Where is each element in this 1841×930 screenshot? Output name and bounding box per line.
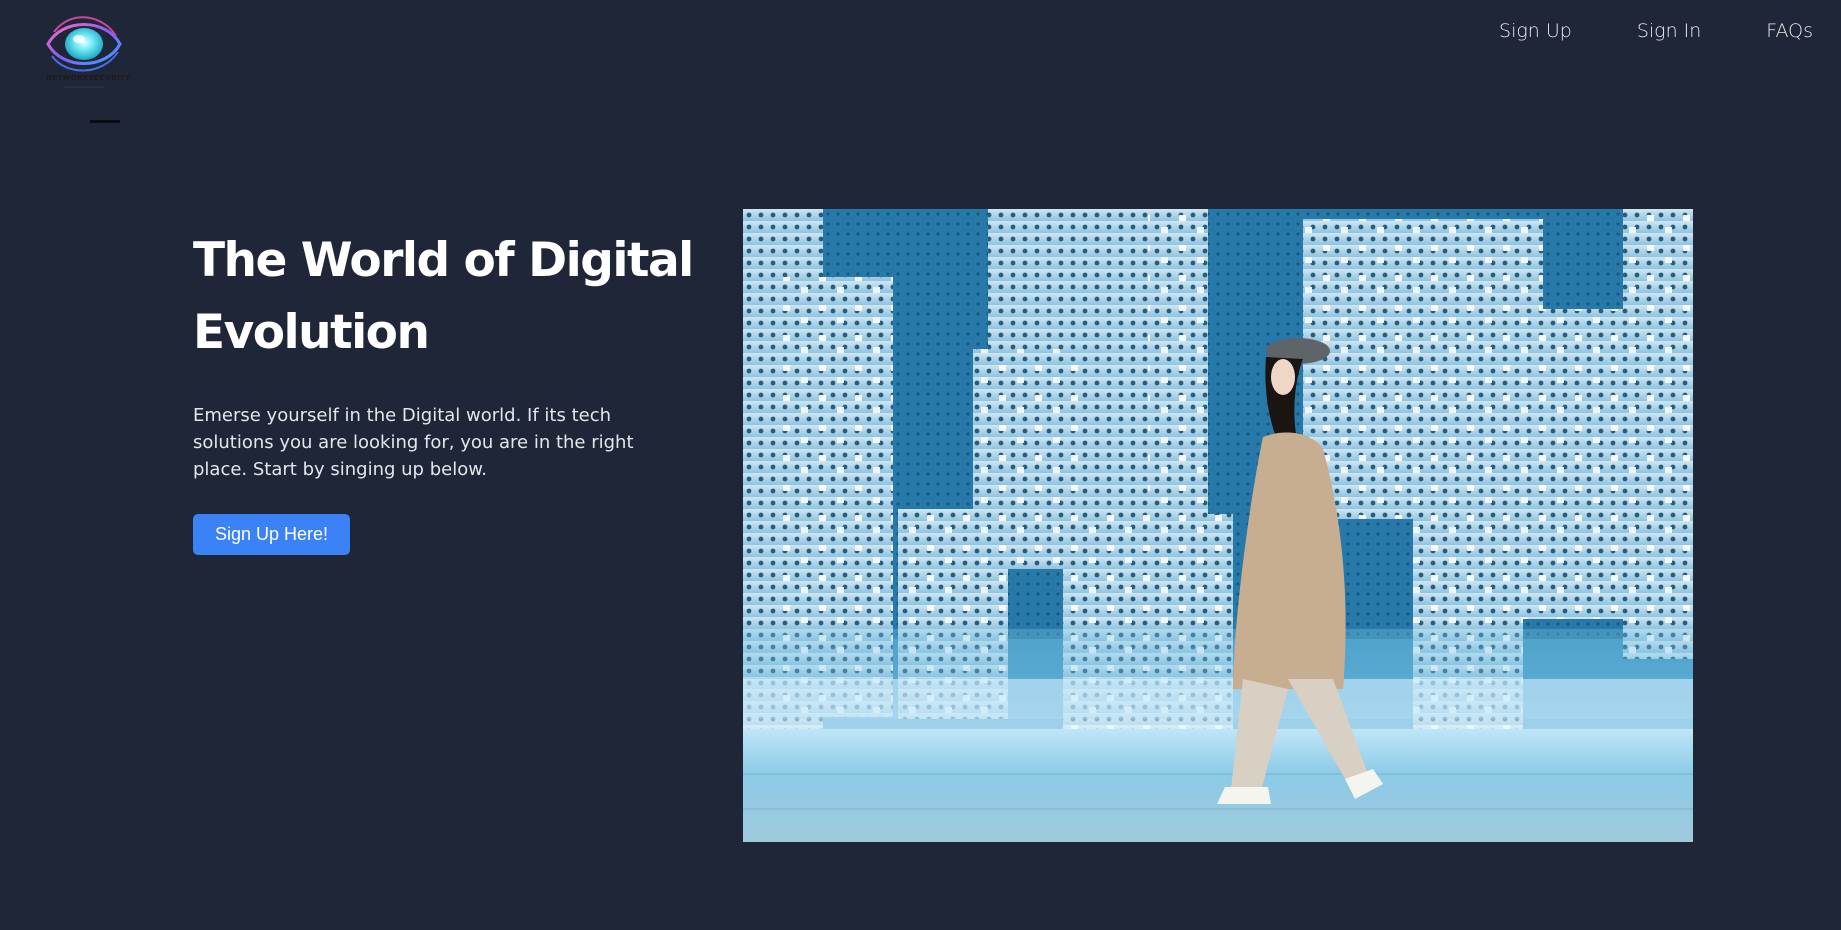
site-logo[interactable]: NETWORKSECURITY: [44, 10, 131, 128]
nav-sign-up[interactable]: Sign Up: [1499, 20, 1572, 42]
nav-sign-in[interactable]: Sign In: [1637, 20, 1701, 42]
hero-image: [743, 209, 1693, 842]
nav-faqs[interactable]: FAQs: [1766, 20, 1813, 42]
city-installation-illustration: [743, 209, 1693, 842]
hero-description: Emerse yourself in the Digital world. If…: [193, 405, 634, 480]
sign-up-here-button[interactable]: Sign Up Here!: [193, 514, 350, 555]
logo-text: NETWORKSECURITY: [46, 74, 131, 82]
hero-title: The World of Digital Evolution: [193, 233, 694, 360]
logo-divider: [90, 120, 120, 123]
eye-logo-icon: [46, 16, 122, 72]
logo-tagline-line: [64, 86, 104, 88]
main-nav: Sign Up Sign In FAQs: [1499, 20, 1813, 42]
